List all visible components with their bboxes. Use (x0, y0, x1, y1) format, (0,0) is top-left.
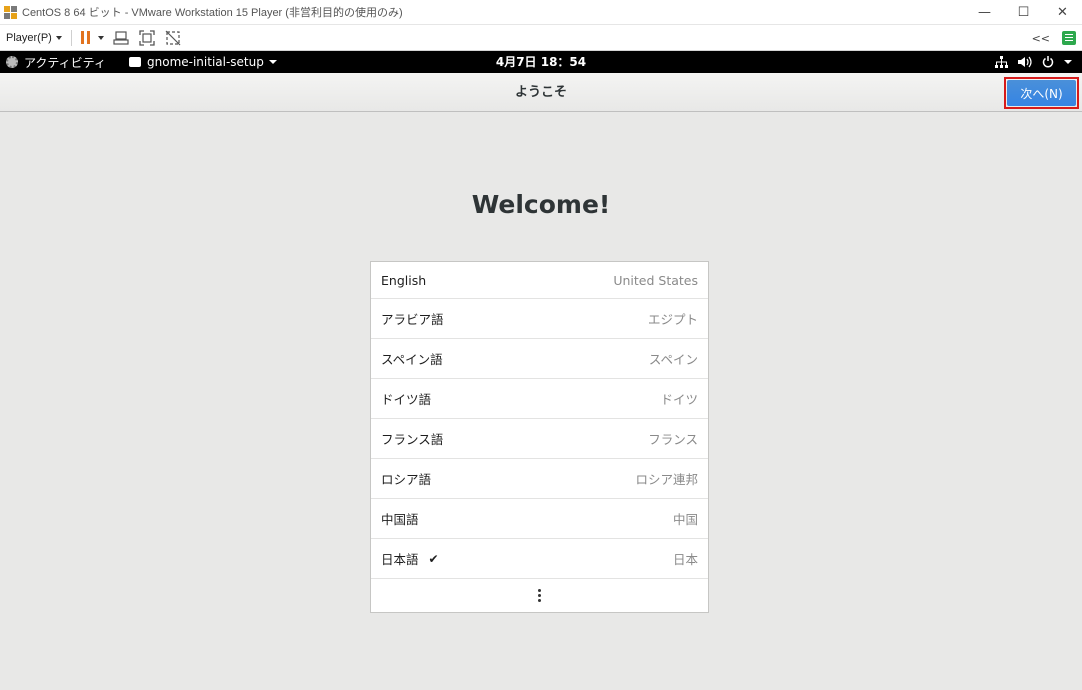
app-menu[interactable]: gnome-initial-setup (129, 51, 277, 73)
app-menu-label: gnome-initial-setup (147, 55, 264, 69)
maximize-button[interactable]: ☐ (1004, 0, 1043, 24)
language-name: ロシア語 (381, 472, 432, 487)
language-region: ロシア連邦 (635, 472, 698, 487)
system-tray[interactable] (995, 51, 1072, 73)
language-row-german[interactable]: ドイツ語 ドイツ (371, 379, 708, 419)
volume-icon (1018, 56, 1032, 68)
header-bar: ようこそ (0, 73, 1082, 112)
player-menu-label: Player(P) (6, 31, 52, 44)
minimize-icon: — (978, 4, 991, 20)
language-row-chinese[interactable]: 中国語 中国 (371, 499, 708, 539)
welcome-heading: Welcome! (471, 190, 611, 219)
language-name: 中国語 (381, 512, 419, 527)
language-name: 日本語 (381, 552, 419, 567)
window-icon (129, 57, 141, 67)
window-controls: — ☐ ✕ (965, 0, 1082, 24)
language-region: スペイン (648, 352, 698, 367)
notes-icon[interactable] (1062, 31, 1076, 45)
language-row-russian[interactable]: ロシア語 ロシア連邦 (371, 459, 708, 499)
language-region: フランス (648, 432, 698, 447)
language-row-arabic[interactable]: アラビア語 エジプト (371, 299, 708, 339)
collapse-toolbar-button[interactable]: << (1032, 32, 1050, 45)
page-title: ようこそ (514, 85, 567, 100)
language-region: 中国 (672, 512, 698, 527)
fullscreen-icon[interactable] (138, 29, 156, 47)
language-region: エジプト (647, 312, 698, 327)
player-menu-button[interactable]: Player(P) (6, 32, 62, 44)
language-name: English (381, 272, 427, 288)
chevron-down-icon (55, 35, 62, 40)
language-row-english[interactable]: English United States (371, 262, 708, 299)
language-name: アラビア語 (381, 312, 444, 327)
chevron-down-icon (1064, 60, 1072, 64)
next-button-highlight: 次へ(N) (1004, 77, 1079, 109)
toolbar-divider (70, 29, 72, 46)
send-ctrl-alt-del-icon[interactable] (112, 29, 130, 47)
language-row-japanese[interactable]: 日本語 ✔ 日本 (371, 539, 708, 579)
pause-icon[interactable] (80, 31, 90, 44)
power-icon (1042, 56, 1054, 68)
language-region: United States (613, 272, 698, 288)
maximize-icon: ☐ (1017, 4, 1030, 20)
network-icon (995, 55, 1008, 68)
language-name: スペイン語 (381, 352, 443, 367)
chevron-down-icon (268, 60, 277, 64)
more-vertical-icon (538, 589, 541, 602)
player-toolbar: Player(P) << (0, 24, 1082, 51)
unity-icon[interactable] (164, 29, 182, 47)
host-title-bar: CentOS 8 64 ビット - VMware Workstation 15 … (0, 0, 1082, 24)
language-region: ドイツ (660, 392, 698, 407)
language-name: フランス語 (381, 432, 444, 447)
next-button[interactable]: 次へ(N) (1007, 80, 1076, 106)
host-window-title: CentOS 8 64 ビット - VMware Workstation 15 … (22, 7, 403, 19)
pause-dropdown-icon[interactable] (97, 35, 104, 40)
close-icon: ✕ (1057, 4, 1068, 20)
vmware-icon (4, 5, 17, 19)
more-languages-button[interactable] (371, 579, 708, 612)
language-row-french[interactable]: フランス語 フランス (371, 419, 708, 459)
gnome-top-bar: アクティビティ 4月7日 18：54 gnome-initial-setup (0, 51, 1082, 73)
close-button[interactable]: ✕ (1043, 0, 1082, 24)
minimize-button[interactable]: — (965, 0, 1004, 24)
language-region: 日本 (672, 552, 698, 567)
language-name-selected: 日本語 ✔ (381, 549, 439, 568)
checkmark-icon: ✔ (428, 551, 439, 566)
language-row-spanish[interactable]: スペイン語 スペイン (371, 339, 708, 379)
language-name: ドイツ語 (381, 392, 432, 407)
player-toolbar-right: << (1032, 25, 1076, 51)
language-list: English United States アラビア語 エジプト スペイン語 ス… (370, 261, 709, 613)
